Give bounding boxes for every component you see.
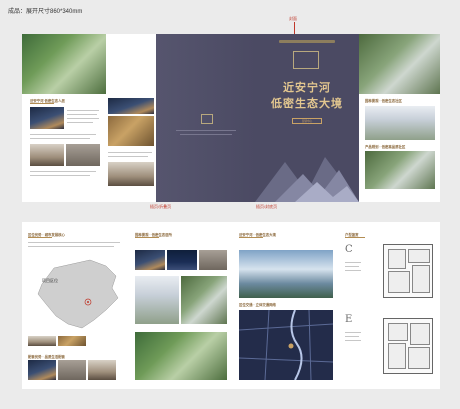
panel-heading: 区位交通 · 立体交通网络 — [239, 303, 276, 307]
panel-flap — [156, 34, 255, 202]
interior-photo-1 — [30, 144, 64, 166]
panel-intro: 近安宁河 低密生态人居 — [22, 34, 106, 202]
building-render-photo — [365, 106, 435, 140]
tower-render-photo — [135, 276, 179, 324]
panel-photos — [106, 34, 156, 202]
clubhouse-photo — [108, 116, 154, 146]
panel-traffic: 近安宁河 · 低密生态大境 区位交通 · 立体交通网络 — [233, 222, 339, 389]
panel-location: 区位优势 · 城市发展核心 项目区位 配套优势 · 品质生活配套 — [22, 222, 129, 389]
mountain-graphic — [255, 157, 359, 202]
cover-badge: 营销中心 — [292, 118, 322, 124]
heading-underline — [30, 103, 54, 104]
masterplan-photo — [365, 151, 435, 189]
panel-heading: 配套优势 · 品质生活配套 — [28, 355, 65, 359]
plan-letter: C — [345, 244, 353, 255]
traffic-map-graphic — [239, 310, 333, 380]
cover-title-line2: 低密生态大境 — [271, 97, 343, 110]
cover-title-line1: 近安宁河 — [283, 81, 331, 94]
map-label: 项目区位 — [42, 278, 58, 283]
panel-right: 园林景观 · 低密生态社区 产品规划 · 低密高品质社区 — [359, 34, 440, 202]
brand-logo-icon — [293, 51, 319, 69]
panel-landscape: 园林景观 · 低密生态居所 — [129, 222, 233, 389]
small-logo-icon — [201, 114, 213, 124]
facade-photo — [108, 98, 154, 114]
night-building-photo — [30, 107, 64, 129]
panel-heading: 产品规划 · 低密高品质社区 — [365, 145, 406, 149]
plan-letter: E — [345, 314, 353, 325]
aerial-photo — [359, 34, 440, 94]
china-map-graphic — [37, 259, 119, 329]
size-caption: 成品：展开尺寸860*340mm — [8, 9, 83, 15]
brochure-inner-spread: 区位优势 · 城市发展核心 项目区位 配套优势 · 品质生活配套 园林景观 · … — [22, 222, 440, 389]
annotation-line — [294, 22, 295, 34]
interior-photo-2 — [66, 144, 100, 166]
panel-floorplans: 户型鉴赏 C E — [339, 222, 440, 389]
brochure-outer-spread: 近安宁河 低密生态人居 近安宁河 低密生态大境 营销中心 园林景观 · 低密生态… — [22, 34, 440, 202]
annotation-cover: 封面 — [289, 16, 297, 21]
garden-photo — [22, 34, 106, 94]
panel-cover: 近安宁河 低密生态大境 营销中心 — [255, 34, 359, 202]
annotation-fold: 插页/折叠页 — [150, 204, 172, 209]
cover-header-bar — [279, 40, 335, 43]
annotation-back: 插页/封底页 — [256, 204, 278, 209]
floorplan-c — [383, 244, 433, 298]
river-photo — [239, 250, 333, 298]
panel-heading: 园林景观 · 低密生态社区 — [365, 99, 402, 103]
living-room-photo — [108, 162, 154, 186]
floorplan-e — [383, 318, 433, 374]
landscape-photo — [135, 332, 227, 380]
